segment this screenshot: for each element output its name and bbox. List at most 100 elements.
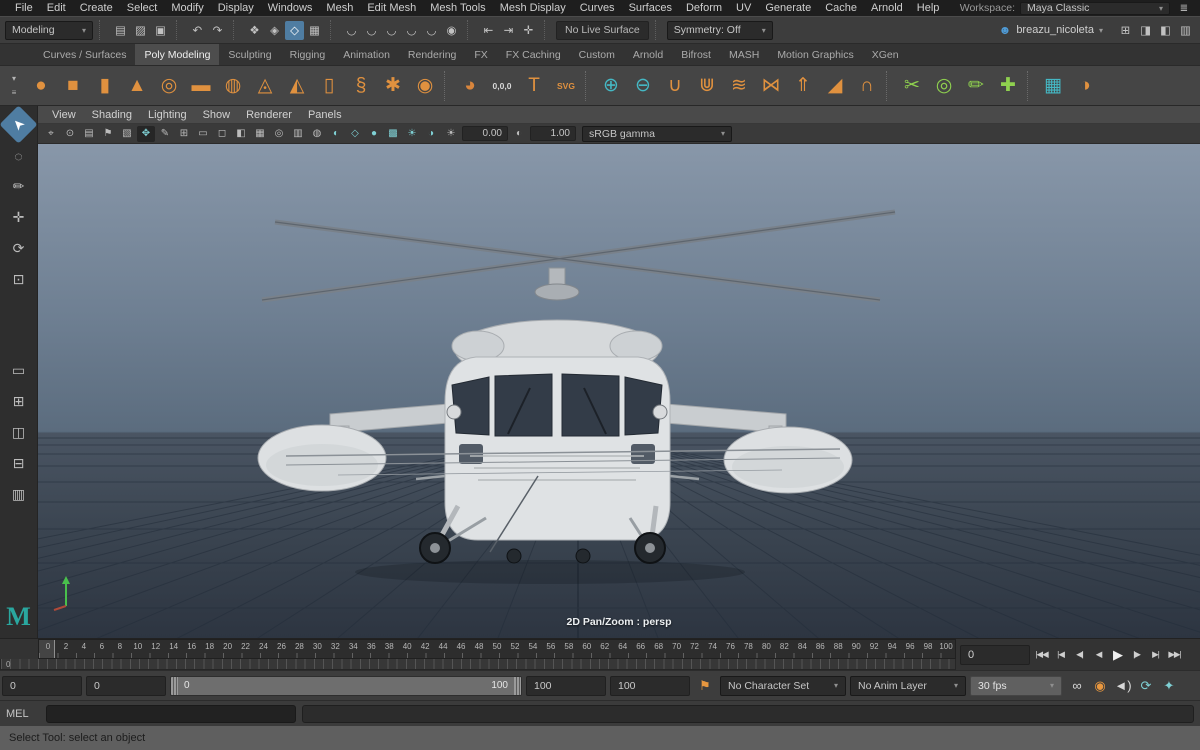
field-chart-icon[interactable]: ▦ [251,126,269,142]
poly-cylinder-icon[interactable]: ▮ [89,69,121,103]
time-slider[interactable]: 0246810121416182022242628303234363840424… [38,639,956,659]
menu-arnold[interactable]: Arnold [864,0,910,16]
frame-66[interactable]: 66 [632,642,650,651]
rotate-tool-icon[interactable]: ⟳ [5,235,32,262]
wireframe-on-shaded-icon[interactable]: ◇ [346,126,364,142]
menu-mesh-display[interactable]: Mesh Display [493,0,573,16]
group-collapse-handle[interactable] [655,20,661,40]
playhead[interactable] [39,640,55,658]
command-result-field[interactable] [302,705,1194,723]
live-surface-field[interactable]: No Live Surface [556,21,649,40]
frame-84[interactable]: 84 [793,642,811,651]
menu-surfaces[interactable]: Surfaces [622,0,679,16]
gate-mask-icon[interactable]: ◧ [232,126,250,142]
shelf-tab-rigging[interactable]: Rigging [281,44,335,65]
bevel-icon[interactable]: ◢ [819,69,851,103]
range-slider[interactable]: 0 100 [170,676,522,696]
two-pane-side-layout-icon[interactable]: ◫ [5,419,32,446]
platonic-solid-icon[interactable]: ◬ [249,69,281,103]
input-connections-icon[interactable]: ⇤ [479,21,498,40]
shelf-tab-motion-graphics[interactable]: Motion Graphics [768,44,862,65]
frame-26[interactable]: 26 [272,642,290,651]
range-end-handle[interactable] [514,677,521,695]
combine-icon[interactable]: ∪ [659,69,691,103]
frame-8[interactable]: 8 [111,642,129,651]
frame-48[interactable]: 48 [470,642,488,651]
frame-34[interactable]: 34 [344,642,362,651]
poly-pipe-icon[interactable]: ▯ [313,69,345,103]
group-collapse-handle[interactable] [330,20,336,40]
workspace-selector[interactable]: Maya Classic ▾ [1020,2,1170,15]
resolution-gate-icon[interactable]: ◻ [213,126,231,142]
set-key-icon[interactable]: ⚑ [694,675,716,697]
move-tool-icon[interactable]: ✛ [5,204,32,231]
frame-90[interactable]: 90 [847,642,865,651]
snap-to-point-icon[interactable]: ◡ [382,21,401,40]
frame-94[interactable]: 94 [883,642,901,651]
group-collapse-handle[interactable] [233,20,239,40]
frame-30[interactable]: 30 [308,642,326,651]
select-object-icon[interactable]: ◈ [265,21,284,40]
lasso-tool-icon[interactable]: ◌ [5,142,32,169]
animation-start-field[interactable]: 0 [2,676,82,696]
step-back-key-icon[interactable]: ◀| [1070,643,1089,667]
frame-54[interactable]: 54 [524,642,542,651]
poly-plane-icon[interactable]: ▬ [185,69,217,103]
exposure-field[interactable]: 0.00 [462,126,508,141]
shelf-tab-arnold[interactable]: Arnold [624,44,672,65]
attribute-editor-toggle-icon[interactable]: ◨ [1136,21,1155,40]
frame-44[interactable]: 44 [434,642,452,651]
menu-windows[interactable]: Windows [261,0,320,16]
lock-camera-icon[interactable]: ⊙ [61,126,79,142]
frame-100[interactable]: 100 [937,642,955,651]
bookmarks-icon[interactable]: ⚑ [99,126,117,142]
menu-uv[interactable]: UV [729,0,758,16]
viewport-scene[interactable] [38,144,1200,638]
frame-16[interactable]: 16 [183,642,201,651]
playback-loop-icon[interactable]: ∞ [1066,675,1088,697]
auto-keyframe-icon[interactable]: ◉ [1089,675,1111,697]
frame-98[interactable]: 98 [919,642,937,651]
frame-28[interactable]: 28 [290,642,308,651]
menu-create[interactable]: Create [73,0,120,16]
command-language-toggle[interactable]: MEL [6,708,40,720]
frame-36[interactable]: 36 [362,642,380,651]
frame-32[interactable]: 32 [326,642,344,651]
use-all-lights-icon[interactable]: ☀ [403,126,421,142]
menu-modify[interactable]: Modify [164,0,210,16]
step-back-frame-icon[interactable]: |◀ [1051,643,1070,667]
select-camera-icon[interactable]: ⌖ [42,126,60,142]
viewport-menu-renderer[interactable]: Renderer [238,109,300,121]
poly-soccer-ball-icon[interactable]: ◉ [409,69,441,103]
go-to-start-icon[interactable]: |◀◀ [1032,643,1051,667]
undo-icon[interactable]: ↶ [188,21,207,40]
audio-icon[interactable]: ◄) [1112,675,1134,697]
menu-curves[interactable]: Curves [573,0,622,16]
frame-70[interactable]: 70 [668,642,686,651]
fps-selector[interactable]: 30 fps ▾ [970,676,1062,696]
play-backwards-icon[interactable]: ◀ [1089,643,1108,667]
film-gate-icon[interactable]: ▭ [194,126,212,142]
poly-helix-icon[interactable]: § [345,69,377,103]
shadows-icon[interactable]: ◑ [422,126,440,142]
frame-60[interactable]: 60 [578,642,596,651]
frame-58[interactable]: 58 [560,642,578,651]
menu-display[interactable]: Display [211,0,261,16]
frame-12[interactable]: 12 [147,642,165,651]
frame-62[interactable]: 62 [596,642,614,651]
snap-to-view-plane-icon[interactable]: ◡ [422,21,441,40]
render-view-icon[interactable]: ⊞ [1116,21,1135,40]
group-collapse-handle[interactable] [99,20,105,40]
playback-end-field[interactable]: 100 [526,676,606,696]
new-scene-icon[interactable]: ▤ [111,21,130,40]
play-forwards-icon[interactable]: ▶ [1108,643,1127,667]
shelf-tab-custom[interactable]: Custom [570,44,624,65]
frame-20[interactable]: 20 [219,642,237,651]
poly-cube-icon[interactable]: ■ [57,69,89,103]
frame-40[interactable]: 40 [398,642,416,651]
sculpt-mesh-icon[interactable]: ◕ [454,69,486,103]
quad-draw-icon[interactable]: ✏ [960,69,992,103]
poly-pyramid-icon[interactable]: ◭ [281,69,313,103]
frame-76[interactable]: 76 [722,642,740,651]
frame-64[interactable]: 64 [614,642,632,651]
